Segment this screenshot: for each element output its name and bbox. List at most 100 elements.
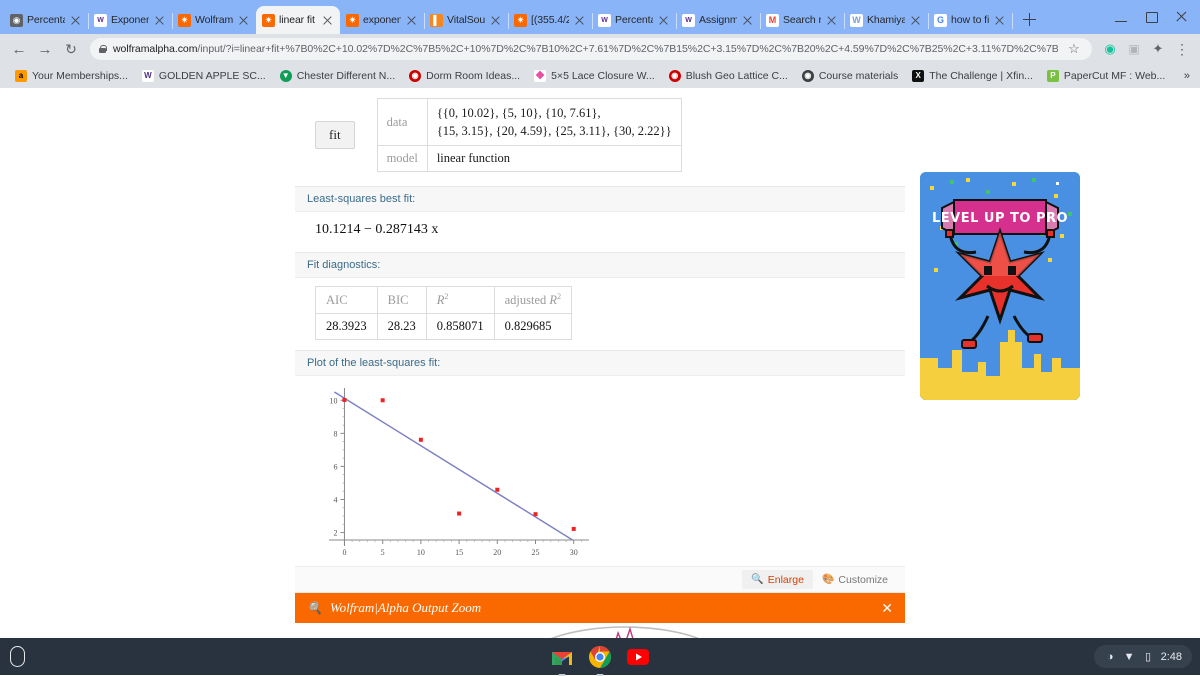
close-icon[interactable] <box>405 14 418 27</box>
tab-title: Search re <box>783 14 821 26</box>
close-icon[interactable] <box>69 14 82 27</box>
input-table: data {{0, 10.02}, {5, 10}, {10, 7.61}, {… <box>376 97 682 173</box>
bookmark-item[interactable]: P PaperCut MF : Web... <box>1040 66 1172 86</box>
chrome-icon[interactable] <box>587 644 613 676</box>
tab-title: [(355.4/2 <box>531 14 569 26</box>
column-bic: BIC <box>376 286 427 315</box>
reload-icon[interactable]: ↻ <box>60 38 82 60</box>
forward-icon[interactable]: → <box>34 38 56 60</box>
value-aic: 28.3923 <box>315 313 378 341</box>
tab-title: Exponen <box>111 14 149 26</box>
close-icon[interactable] <box>993 14 1006 27</box>
wolfram-spikey-icon: ✷ <box>262 13 275 27</box>
close-icon[interactable] <box>321 14 334 27</box>
column-adjusted-r2: adjusted R2 <box>493 286 573 315</box>
bookmark-item[interactable]: ◉ Course materials <box>795 66 905 86</box>
model-label: model <box>376 145 428 173</box>
bookmark-item[interactable]: X The Challenge | Xfin... <box>905 66 1040 86</box>
close-icon[interactable] <box>237 14 250 27</box>
fit-diagnostics-pod: Fit diagnostics: AIC BIC R2 adjusted R2 … <box>295 253 905 352</box>
chrome-menu-icon[interactable]: ⋮ <box>1172 39 1192 59</box>
launcher-button[interactable] <box>10 646 25 667</box>
close-icon[interactable] <box>489 14 502 27</box>
browser-tab[interactable]: M Search re <box>760 6 845 34</box>
bookmark-star-icon[interactable]: ☆ <box>1064 39 1084 59</box>
close-window-button[interactable] <box>1166 6 1196 28</box>
level-up-to-pro-ad[interactable]: LEVEL UP TO PRO <box>920 172 1080 400</box>
fit-button[interactable]: fit <box>315 121 355 150</box>
diagnostics-table: AIC BIC R2 adjusted R2 28.3923 28.23 0.8… <box>315 286 573 341</box>
back-icon[interactable]: ← <box>8 38 30 60</box>
google-icon: G <box>934 13 947 27</box>
table-row: model linear function <box>376 145 682 173</box>
wolfram-spikey-icon: ✷ <box>178 13 191 27</box>
url-path: /input/?i=linear+fit+%7B0%2C+10.02%7D%2C… <box>197 43 1058 55</box>
table-row: 28.3923 28.23 0.858071 0.829685 <box>315 313 573 341</box>
uw-icon: W <box>141 70 154 82</box>
tab-title: Wolfram <box>195 14 233 26</box>
bookmark-item[interactable]: a Your Memberships... <box>8 66 135 86</box>
browser-tab[interactable]: W Assignm <box>676 6 761 34</box>
svg-text:30: 30 <box>570 548 578 557</box>
new-tab-button[interactable] <box>1016 6 1042 32</box>
bookmark-label: Chester Different N... <box>296 70 396 82</box>
plot-area: 0 5 10 15 20 25 30 2 4 6 8 10 <box>295 376 905 566</box>
wolfram-spikey-icon: ✷ <box>514 13 527 27</box>
wolfram-w-icon: W <box>682 13 695 27</box>
close-icon[interactable] <box>153 14 166 27</box>
browser-tab[interactable]: W Percenta <box>592 6 677 34</box>
browser-tab[interactable]: W Khamiya <box>844 6 929 34</box>
close-icon[interactable] <box>825 14 838 27</box>
close-icon[interactable] <box>657 14 670 27</box>
extensions-icon[interactable]: ✦ <box>1148 39 1168 59</box>
enlarge-button[interactable]: 🔍 Enlarge <box>742 570 813 590</box>
column-aic: AIC <box>315 286 378 315</box>
vitalsource-icon: ▌ <box>430 13 443 27</box>
browser-tab[interactable]: ✷ [(355.4/2 <box>508 6 593 34</box>
browser-tab[interactable]: W Exponen <box>88 6 173 34</box>
svg-text:10: 10 <box>417 548 425 557</box>
navigation-bar: ← → ↻ wolframalpha.com/input/?i=linear+f… <box>0 34 1200 64</box>
bookmark-label: Course materials <box>818 70 899 82</box>
browser-tab[interactable]: ✷ exponen <box>340 6 425 34</box>
tab-title: linear fit <box>279 14 315 26</box>
output-zoom-title: Wolfram|Alpha Output Zoom <box>329 600 482 616</box>
table-header-row: AIC BIC R2 adjusted R2 <box>315 286 573 315</box>
globe-icon: ◉ <box>801 70 814 82</box>
browser-tab[interactable]: ▌ VitalSou <box>424 6 509 34</box>
grammarly-icon[interactable]: ◉ <box>1100 39 1120 59</box>
bookmark-item[interactable]: W GOLDEN APPLE SC... <box>135 66 273 86</box>
maximize-button[interactable] <box>1136 6 1166 28</box>
browser-tab[interactable]: G how to fi <box>928 6 1013 34</box>
page-viewport: fit data {{0, 10.02}, {5, 10}, {10, 7.61… <box>0 88 1200 638</box>
bookmark-label: Dorm Room Ideas... <box>426 70 521 82</box>
browser-tab[interactable]: ◉ Percenta <box>4 6 89 34</box>
youtube-icon[interactable] <box>625 644 651 670</box>
tab-title: Percenta <box>27 14 65 26</box>
green-circle-icon: ▼ <box>279 70 292 82</box>
close-icon[interactable]: ✕ <box>881 600 893 617</box>
close-icon[interactable] <box>741 14 754 27</box>
plot-footer: 🔍 Enlarge 🎨 Customize <box>295 566 905 593</box>
bookmarks-overflow-icon[interactable]: » <box>1184 70 1192 82</box>
tab-strip: ◉ Percenta W Exponen ✷ Wolfram ✷ linear … <box>0 0 1200 34</box>
puzzle-extension-icon[interactable]: ▣ <box>1124 39 1144 59</box>
ad-headline: LEVEL UP TO PRO <box>932 211 1068 226</box>
minimize-button[interactable] <box>1106 6 1136 28</box>
close-icon[interactable] <box>573 14 586 27</box>
bookmark-item[interactable]: ◉ Blush Geo Lattice C... <box>662 66 795 86</box>
browser-tab[interactable]: ✷ Wolfram <box>172 6 257 34</box>
status-area[interactable]: ◑ ▼ ▯ 2:48 <box>1093 645 1192 668</box>
bookmark-item[interactable]: ❖ 5×5 Lace Closure W... <box>527 66 662 86</box>
output-zoom-banner: 🔍 Wolfram|Alpha Output Zoom ✕ <box>295 593 905 624</box>
value-adjusted-r2: 0.829685 <box>493 313 573 341</box>
address-bar[interactable]: wolframalpha.com/input/?i=linear+fit+%7B… <box>90 38 1092 60</box>
customize-button[interactable]: 🎨 Customize <box>813 570 897 589</box>
tab-title: Percenta <box>615 14 653 26</box>
browser-tab-active[interactable]: ✷ linear fit <box>256 6 340 34</box>
bookmark-item[interactable]: ◉ Dorm Room Ideas... <box>402 66 527 86</box>
gmail-icon[interactable] <box>549 644 575 676</box>
bookmark-item[interactable]: ▼ Chester Different N... <box>273 66 402 86</box>
tab-title: how to fi <box>951 14 989 26</box>
close-icon[interactable] <box>909 14 922 27</box>
